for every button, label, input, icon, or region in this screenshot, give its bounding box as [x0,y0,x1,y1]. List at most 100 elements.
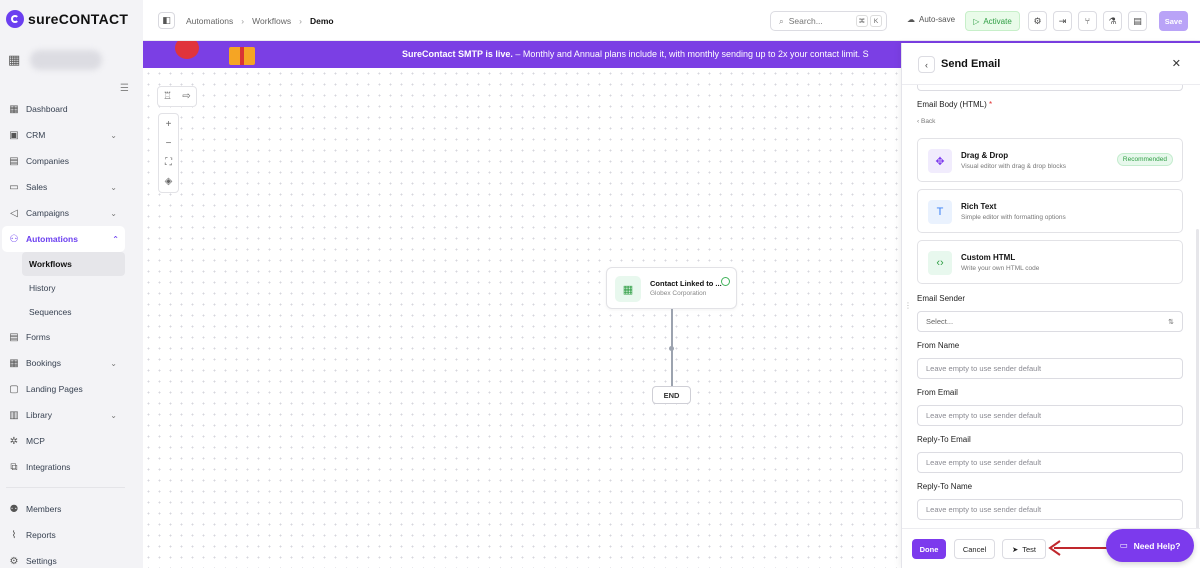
reply-to-name-input[interactable] [917,499,1183,520]
mcp-icon: ✲ [9,435,19,447]
layout-icon[interactable]: ▤ [1128,11,1147,31]
chevron-down-icon: ⌄ [110,130,117,140]
previous-field[interactable] [917,85,1183,91]
building-icon: ▦ [615,276,641,302]
search-box[interactable]: ⌕ ⌘ K [770,11,887,31]
breadcrumb-current: Demo [309,16,334,26]
from-name-input[interactable] [917,358,1183,379]
chevron-down-icon: ⌄ [110,208,117,218]
sidebar-divider [6,480,125,488]
done-button[interactable]: Done [912,539,946,559]
settings-icon[interactable]: ⚙ [1028,11,1047,31]
breadcrumb-workflows[interactable]: Workflows [252,16,291,26]
cancel-button[interactable]: Cancel [954,539,995,559]
branch-icon[interactable]: ⑂ [1078,11,1097,31]
sidebar-item-library[interactable]: ▥ Library ⌄ [0,402,143,428]
chat-icon: ▭ [1119,540,1128,550]
test-button[interactable]: ➤ Test [1002,539,1046,559]
surecontact-logo-icon [6,10,24,28]
sidebar-item-automations[interactable]: ⚇ Automations ⌃ [2,226,125,252]
recommended-badge: Recommended [1116,153,1173,166]
brand-name: sureCONTACT [28,11,129,27]
editor-option-custom-html[interactable]: ‹› Custom HTML Write your own HTML code [917,240,1183,284]
sidebar-item-forms[interactable]: ▤ Forms [0,324,143,350]
workspace-switcher[interactable]: ▦ [8,50,102,70]
chevron-right-icon: › [299,16,302,26]
exit-icon[interactable]: ⇥ [1053,11,1072,31]
sidebar-item-settings[interactable]: ⚙ Settings [0,548,143,568]
sidebar-item-landing-pages[interactable]: ▢ Landing Pages [0,376,143,402]
from-email-input[interactable] [917,405,1183,426]
building-icon: ▤ [9,155,19,167]
sidebar-subitem-history[interactable]: History [0,276,143,300]
top-bar: ◧ Automations › Workflows › Demo ⌕ ⌘ K ☁… [143,0,1200,41]
sidebar-item-mcp[interactable]: ✲ MCP [0,428,143,454]
code-icon: ‹› [928,251,952,275]
sidebar-item-members[interactable]: ⚉ Members [0,496,143,522]
sidebar-nav: ▦ Dashboard ▣ CRM ⌄ ▤ Companies ▭ Sales ⌄ ◁ Cam… [0,96,143,568]
sidebar-item-bookings[interactable]: ▦ Bookings ⌄ [0,350,143,376]
zoom-in-icon[interactable]: + [160,116,177,133]
eraser-icon[interactable]: ◈ [160,173,177,190]
from-email-label: From Email [917,388,958,397]
close-icon[interactable]: ✕ [1172,57,1181,70]
panel-scrollbar[interactable] [1196,229,1199,528]
play-icon: ▷ [973,16,980,26]
sidebar-subitem-sequences[interactable]: Sequences [0,300,143,324]
reply-to-email-label: Reply-To Email [917,435,971,444]
sidebar-item-companies[interactable]: ▤ Companies [0,148,143,174]
email-sender-label: Email Sender [917,294,966,303]
workflow-canvas[interactable]: ♖ ⇨ + − ⛶ ◈ ▦ Contact Linked to ... Glob… [143,68,901,568]
chevron-down-icon: ⌄ [110,358,117,368]
panel-toggle-icon[interactable]: ◧ [158,12,175,29]
chevron-left-icon[interactable]: ‹ [918,56,935,73]
add-step-handle[interactable] [669,346,674,351]
workflow-trigger-node[interactable]: ▦ Contact Linked to ... Globex Corporati… [606,267,737,309]
node-title: Contact Linked to ... [650,279,722,288]
sidebar-item-crm[interactable]: ▣ CRM ⌄ [0,122,143,148]
sidebar-collapse-icon[interactable]: ☰ [120,83,129,94]
activate-button[interactable]: ▷ Activate [965,11,1020,31]
trophy-icon[interactable]: ♖ [159,88,176,105]
select-arrows-icon: ⇅ [1168,318,1174,326]
search-input[interactable] [788,16,849,26]
editor-option-rich-text[interactable]: T Rich Text Simple editor with formattin… [917,189,1183,233]
fit-view-icon[interactable]: ⛶ [160,154,177,171]
flask-icon[interactable]: ⚗ [1103,11,1122,31]
banner-message: SureContact SMTP is live. – Monthly and … [402,49,869,59]
save-button[interactable]: Save [1159,11,1188,31]
drag-drop-icon: ✥ [928,149,952,173]
canvas-toolbar: ♖ ⇨ [157,86,197,107]
sidebar-item-campaigns[interactable]: ◁ Campaigns ⌄ [0,200,143,226]
text-icon: T [928,200,952,224]
breadcrumb: Automations › Workflows › Demo [186,16,334,26]
users-icon: ⚉ [9,503,19,515]
need-help-button[interactable]: ▭ Need Help? [1106,529,1194,562]
sidebar-item-reports[interactable]: ⌇ Reports [0,522,143,548]
sidebar-item-dashboard[interactable]: ▦ Dashboard [0,96,143,122]
autosave-toggle[interactable]: ☁ Auto-save [907,15,955,24]
back-link[interactable]: ‹ Back [917,118,935,125]
panel-title: Send Email [941,58,1001,70]
sidebar-subitem-workflows[interactable]: Workflows [22,252,125,276]
flow-icon: ⚇ [9,233,19,245]
reply-to-name-label: Reply-To Name [917,482,973,491]
send-email-panel: ‹ Send Email ✕ Email Body (HTML) * ‹ Bac… [901,43,1200,568]
library-icon: ▥ [9,409,19,421]
breadcrumb-automations[interactable]: Automations [186,16,233,26]
editor-option-drag-drop[interactable]: ✥ Drag & Drop Visual editor with drag & … [917,138,1183,182]
panel-header: ‹ Send Email ✕ [902,43,1200,85]
email-sender-select[interactable]: Select... ⇅ [917,311,1183,332]
zoom-out-icon[interactable]: − [160,135,177,152]
from-name-label: From Name [917,341,960,350]
reply-to-email-input[interactable] [917,452,1183,473]
cloud-icon: ☁ [907,15,915,24]
search-icon: ⌕ [779,15,784,26]
sidebar-item-integrations[interactable]: ⧉ Integrations [0,454,143,480]
search-shortcut: ⌘ K [855,15,882,27]
brand-logo[interactable]: sureCONTACT [6,10,128,28]
zoom-controls: + − ⛶ ◈ [158,113,179,193]
resize-handle-icon[interactable]: ⋮ [904,301,912,310]
exit-flow-icon[interactable]: ⇨ [178,88,195,105]
sidebar-item-sales[interactable]: ▭ Sales ⌄ [0,174,143,200]
